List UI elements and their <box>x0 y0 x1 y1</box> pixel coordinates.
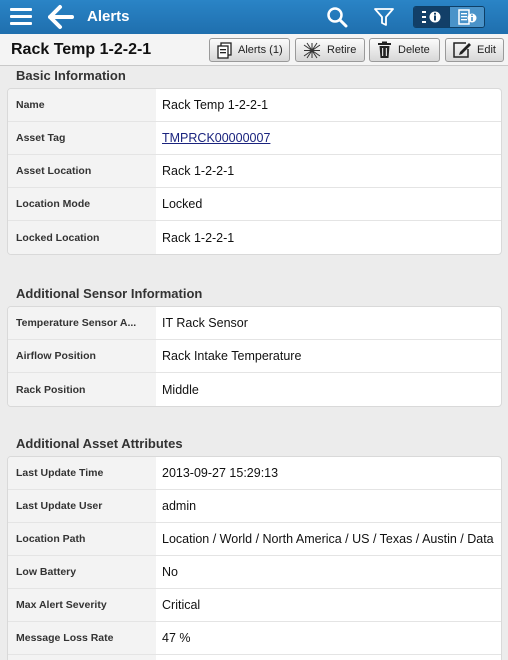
section-title-attributes: Additional Asset Attributes <box>16 436 183 451</box>
field-value: admin <box>162 499 197 513</box>
field-row-name: Name Rack Temp 1-2-2-1 <box>8 89 501 122</box>
field-row-temperature-sensor: Temperature Sensor A... IT Rack Sensor <box>8 307 501 340</box>
field-value: Critical <box>162 598 201 612</box>
field-row-asset-location: Asset Location Rack 1-2-2-1 <box>8 155 501 188</box>
field-row-airflow-position: Airflow Position Rack Intake Temperature <box>8 340 501 373</box>
field-value: Location / World / North America / US / … <box>162 532 494 546</box>
field-label: Rack Position <box>8 373 156 406</box>
trash-icon <box>378 41 391 58</box>
field-label: Name <box>8 89 156 121</box>
field-label: Asset Tag <box>8 122 156 154</box>
field-value: 47 % <box>162 631 191 645</box>
filter-icon[interactable] <box>373 6 395 28</box>
field-value: Rack 1-2-2-1 <box>162 230 235 245</box>
attributes-card: Last Update Time 2013-09-27 15:29:13 Las… <box>7 456 502 660</box>
field-label: Location Mode <box>8 188 156 220</box>
hamburger-icon[interactable] <box>10 8 32 26</box>
field-value: IT Rack Sensor <box>162 316 248 330</box>
field-row-last-update-user: Last Update User admin <box>8 490 501 523</box>
asset-tag-link[interactable]: TMPRCK00000007 <box>162 131 270 145</box>
field-row-asset-tag: Asset Tag TMPRCK00000007 <box>8 122 501 155</box>
back-arrow-icon[interactable] <box>48 4 74 30</box>
field-row-partial <box>8 655 501 660</box>
edit-button-label: Edit <box>477 44 496 56</box>
field-label: Asset Location <box>8 155 156 187</box>
field-row-location-path: Location Path Location / World / North A… <box>8 523 501 556</box>
field-label: Message Loss Rate <box>8 622 156 654</box>
basic-info-card: Name Rack Temp 1-2-2-1 Asset Tag TMPRCK0… <box>7 88 502 255</box>
field-label: Airflow Position <box>8 340 156 372</box>
detail-icon[interactable] <box>448 7 484 27</box>
field-value: Rack Intake Temperature <box>162 349 302 363</box>
field-label: Low Battery <box>8 556 156 588</box>
detail-content[interactable]: Basic Information Name Rack Temp 1-2-2-1… <box>0 66 508 660</box>
field-value: Rack 1-2-2-1 <box>162 164 235 178</box>
field-row-location-mode: Location Mode Locked <box>8 188 501 221</box>
field-value: Middle <box>162 382 199 397</box>
edit-button[interactable]: Edit <box>445 38 504 62</box>
top-nav-bar: Alerts <box>0 0 508 34</box>
field-value: Rack Temp 1-2-2-1 <box>162 98 269 112</box>
field-label: Location Path <box>8 523 156 555</box>
field-label: Locked Location <box>8 221 156 254</box>
retire-button[interactable]: Retire <box>295 38 365 62</box>
section-title-sensor: Additional Sensor Information <box>16 286 203 301</box>
delete-button-label: Delete <box>398 44 430 56</box>
retire-button-label: Retire <box>327 44 357 56</box>
edit-icon <box>453 42 471 58</box>
field-row-max-alert-severity: Max Alert Severity Critical <box>8 589 501 622</box>
asset-header: Rack Temp 1-2-2-1 Alerts (1) Retire Dele… <box>0 34 508 66</box>
field-label: Max Alert Severity <box>8 589 156 621</box>
alerts-icon <box>217 41 232 59</box>
sensor-info-card: Temperature Sensor A... IT Rack Sensor A… <box>7 306 502 407</box>
field-value: 2013-09-27 15:29:13 <box>162 466 279 480</box>
search-icon[interactable] <box>326 6 348 28</box>
field-label: Last Update Time <box>8 457 156 489</box>
field-row-low-battery: Low Battery No <box>8 556 501 589</box>
section-title-basic: Basic Information <box>16 68 126 83</box>
field-label: Temperature Sensor A... <box>8 307 156 339</box>
alerts-button[interactable]: Alerts (1) <box>209 38 290 62</box>
field-row-last-update-time: Last Update Time 2013-09-27 15:29:13 <box>8 457 501 490</box>
field-row-rack-position: Rack Position Middle <box>8 373 501 406</box>
alerts-button-label: Alerts (1) <box>238 44 283 56</box>
list-detail-icon[interactable] <box>414 7 449 27</box>
retire-icon <box>303 42 321 58</box>
page-title: Rack Temp 1-2-2-1 <box>11 41 152 58</box>
delete-button[interactable]: Delete <box>369 38 440 62</box>
field-row-locked-location: Locked Location Rack 1-2-2-1 <box>8 221 501 254</box>
field-label: Last Update User <box>8 490 156 522</box>
field-row-message-loss-rate: Message Loss Rate 47 % <box>8 622 501 655</box>
view-toggle <box>413 6 485 28</box>
field-value: No <box>162 565 178 579</box>
nav-title: Alerts <box>87 8 130 25</box>
field-value: Locked <box>162 197 203 211</box>
